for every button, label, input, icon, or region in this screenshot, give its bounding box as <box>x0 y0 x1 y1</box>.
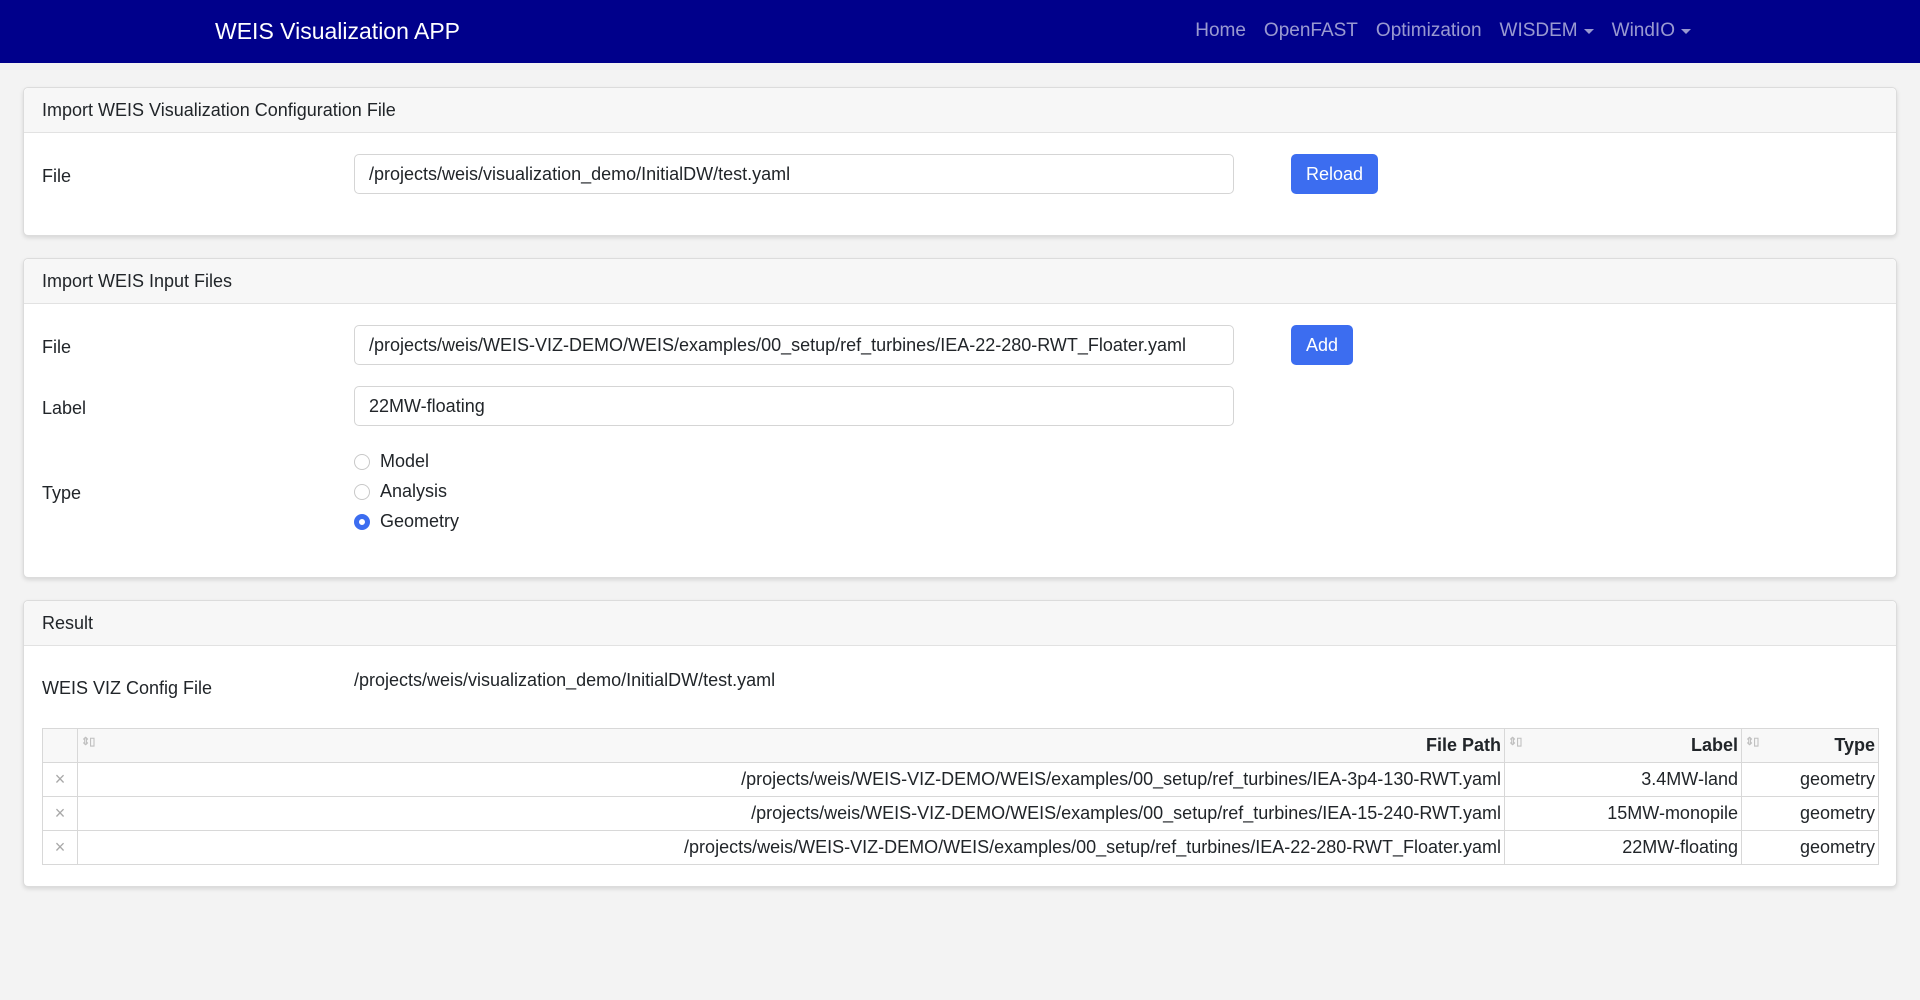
delete-row-icon[interactable]: × <box>42 830 78 865</box>
config-file-label: File <box>42 166 72 186</box>
delete-row-icon[interactable]: × <box>42 762 78 797</box>
delete-column-header <box>42 728 78 763</box>
cell-file-path[interactable]: /projects/weis/WEIS-VIZ-DEMO/WEIS/exampl… <box>77 830 1505 865</box>
config-file-result-value: /projects/weis/visualization_demo/Initia… <box>354 670 776 690</box>
nav-home[interactable]: Home <box>1186 20 1255 42</box>
nav-wisdem-dropdown[interactable]: WISDEM <box>1491 20 1603 42</box>
caret-down-icon <box>1583 28 1594 34</box>
sort-icon[interactable]: ⇕▯ <box>1745 735 1759 748</box>
radio-model[interactable] <box>354 453 370 470</box>
label-input[interactable] <box>354 386 1234 426</box>
cell-file-path[interactable]: /projects/weis/WEIS-VIZ-DEMO/WEIS/exampl… <box>77 762 1505 797</box>
radio-geometry-selected[interactable] <box>354 513 370 530</box>
reload-button[interactable]: Reload <box>1291 154 1379 194</box>
input-file-label: File <box>42 337 72 357</box>
config-file-card: Import WEIS Visualization Configuration … <box>23 87 1897 236</box>
type-option-analysis[interactable]: Analysis <box>354 481 447 502</box>
cell-file-path[interactable]: /projects/weis/WEIS-VIZ-DEMO/WEIS/exampl… <box>77 796 1505 831</box>
nav-windio-label: WindIO <box>1611 20 1675 41</box>
add-button[interactable]: Add <box>1291 325 1354 365</box>
input-files-card: Import WEIS Input Files File Add Label T… <box>23 258 1897 578</box>
column-header-file-path[interactable]: ⇕▯ File Path <box>77 728 1505 763</box>
input-file-field[interactable] <box>354 325 1234 365</box>
nav-openfast-label: OpenFAST <box>1263 20 1358 41</box>
sort-icon[interactable]: ⇕▯ <box>1508 735 1522 748</box>
type-option-analysis-label: Analysis <box>380 481 448 501</box>
cell-type[interactable]: geometry <box>1741 830 1879 865</box>
nav-wisdem-label: WISDEM <box>1499 20 1578 41</box>
cell-label[interactable]: 22MW-floating <box>1504 830 1742 865</box>
column-header-label[interactable]: ⇕▯ Label <box>1504 728 1742 763</box>
result-card-header: Result <box>24 601 1896 646</box>
caret-down-icon <box>1681 28 1691 34</box>
column-type-label: Type <box>1834 735 1875 755</box>
cell-type[interactable]: geometry <box>1741 796 1879 831</box>
type-label: Type <box>42 483 82 503</box>
cell-type[interactable]: geometry <box>1741 762 1879 797</box>
label-field-label: Label <box>42 398 87 418</box>
type-option-model-label: Model <box>380 451 430 471</box>
radio-analysis[interactable] <box>354 483 370 500</box>
nav-windio-dropdown[interactable]: WindIO <box>1603 20 1700 42</box>
nav-optimization[interactable]: Optimization <box>1367 20 1491 42</box>
column-file-path-label: File Path <box>1425 735 1501 755</box>
config-card-header: Import WEIS Visualization Configuration … <box>24 88 1896 133</box>
table-row: × /projects/weis/WEIS-VIZ-DEMO/WEIS/exam… <box>42 830 1879 865</box>
config-file-input[interactable] <box>354 154 1234 194</box>
nav-openfast[interactable]: OpenFAST <box>1255 20 1367 42</box>
table-row: × /projects/weis/WEIS-VIZ-DEMO/WEIS/exam… <box>42 796 1879 831</box>
app-brand[interactable]: WEIS Visualization APP <box>215 18 460 45</box>
nav-links: Home OpenFAST Optimization WISDEM WindIO <box>1186 20 1700 42</box>
input-card-header: Import WEIS Input Files <box>24 259 1896 304</box>
type-option-model[interactable]: Model <box>354 451 429 472</box>
config-file-result-label: WEIS VIZ Config File <box>42 678 213 698</box>
sort-icon[interactable]: ⇕▯ <box>81 735 95 748</box>
cell-label[interactable]: 3.4MW-land <box>1504 762 1742 797</box>
table-header-row: ⇕▯ File Path ⇕▯ Label ⇕▯ Type <box>42 728 1879 763</box>
cell-label[interactable]: 15MW-monopile <box>1504 796 1742 831</box>
result-card: Result WEIS VIZ Config File /projects/we… <box>23 600 1897 887</box>
table-row: × /projects/weis/WEIS-VIZ-DEMO/WEIS/exam… <box>42 762 1879 797</box>
delete-row-icon[interactable]: × <box>42 796 78 831</box>
type-option-geometry[interactable]: Geometry <box>354 511 459 532</box>
type-option-geometry-label: Geometry <box>380 511 460 531</box>
top-navbar: WEIS Visualization APP Home OpenFAST Opt… <box>0 0 1920 63</box>
result-table: ⇕▯ File Path ⇕▯ Label ⇕▯ Type × /project… <box>42 728 1879 865</box>
column-header-type[interactable]: ⇕▯ Type <box>1741 728 1879 763</box>
column-label-label: Label <box>1690 735 1738 755</box>
nav-optimization-label: Optimization <box>1375 20 1482 41</box>
nav-home-label: Home <box>1195 20 1246 41</box>
